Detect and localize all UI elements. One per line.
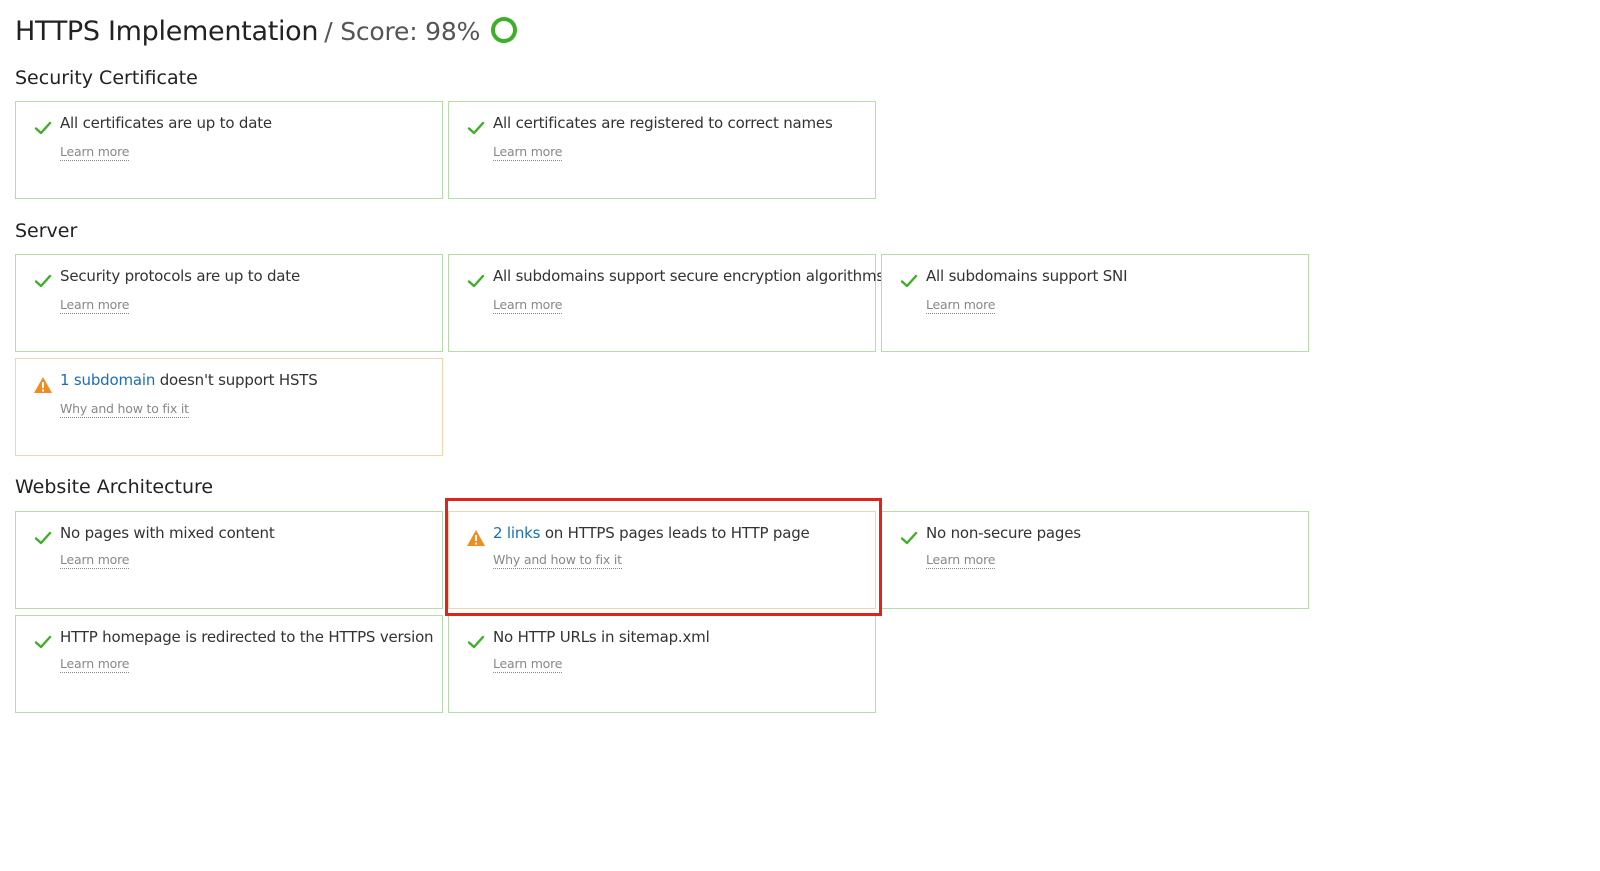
- card-non-secure-pages: No non-secure pages Learn more: [881, 511, 1309, 609]
- card-text: No pages with mixed content: [60, 524, 275, 542]
- score-label: / Score: 98%: [324, 17, 481, 46]
- check-icon: [900, 531, 918, 545]
- subdomain-count-link[interactable]: 1 subdomain: [60, 371, 155, 389]
- https-implementation-page: HTTPS Implementation / Score: 98% Securi…: [0, 0, 1600, 871]
- card-text: Security protocols are up to date: [60, 267, 301, 285]
- card-sni-support: All subdomains support SNI Learn more: [881, 254, 1309, 352]
- highlight-box: [445, 498, 882, 616]
- learn-more-link[interactable]: Learn more: [493, 656, 562, 673]
- card-text: No non-secure pages: [926, 524, 1081, 542]
- card-text: HTTP homepage is redirected to the HTTPS…: [60, 628, 434, 646]
- why-fix-link[interactable]: Why and how to fix it: [60, 401, 189, 418]
- check-icon: [34, 635, 52, 649]
- card-encryption-algorithms: All subdomains support secure encryption…: [448, 254, 884, 352]
- learn-more-link[interactable]: Learn more: [493, 144, 562, 161]
- section-title-server: Server: [15, 220, 78, 242]
- check-icon: [34, 121, 52, 135]
- card-text: No HTTP URLs in sitemap.xml: [493, 628, 710, 646]
- check-icon: [467, 274, 485, 288]
- section-title-security-certificate: Security Certificate: [15, 67, 198, 89]
- learn-more-link[interactable]: Learn more: [60, 552, 129, 569]
- check-icon: [34, 274, 52, 288]
- card-text: All subdomains support SNI: [926, 267, 1128, 285]
- card-text: All certificates are up to date: [60, 114, 272, 132]
- score-ring-icon: [491, 17, 518, 43]
- card-text: All subdomains support secure encryption…: [493, 267, 885, 285]
- card-certificates-up-to-date: All certificates are up to date Learn mo…: [15, 101, 443, 199]
- card-text-rest: doesn't support HSTS: [155, 371, 318, 389]
- learn-more-link[interactable]: Learn more: [60, 656, 129, 673]
- check-icon: [34, 531, 52, 545]
- learn-more-link[interactable]: Learn more: [493, 297, 562, 314]
- card-sitemap-urls: No HTTP URLs in sitemap.xml Learn more: [448, 615, 876, 713]
- card-text: All certificates are registered to corre…: [493, 114, 833, 132]
- card-hsts-warning: 1 subdomain doesn't support HSTS Why and…: [15, 358, 443, 456]
- learn-more-link[interactable]: Learn more: [926, 297, 995, 314]
- check-icon: [467, 635, 485, 649]
- card-certificates-correct-names: All certificates are registered to corre…: [448, 101, 876, 199]
- card-text: 1 subdomain doesn't support HSTS: [60, 371, 318, 389]
- page-title: HTTPS Implementation: [15, 16, 319, 47]
- learn-more-link[interactable]: Learn more: [926, 552, 995, 569]
- card-mixed-content: No pages with mixed content Learn more: [15, 511, 443, 609]
- learn-more-link[interactable]: Learn more: [60, 144, 129, 161]
- page-header: HTTPS Implementation / Score: 98%: [15, 12, 518, 47]
- check-icon: [467, 121, 485, 135]
- card-security-protocols: Security protocols are up to date Learn …: [15, 254, 443, 352]
- learn-more-link[interactable]: Learn more: [60, 297, 129, 314]
- warning-icon: [34, 377, 52, 393]
- section-title-website-architecture: Website Architecture: [15, 476, 214, 498]
- check-icon: [900, 274, 918, 288]
- card-homepage-redirect: HTTP homepage is redirected to the HTTPS…: [15, 615, 443, 713]
